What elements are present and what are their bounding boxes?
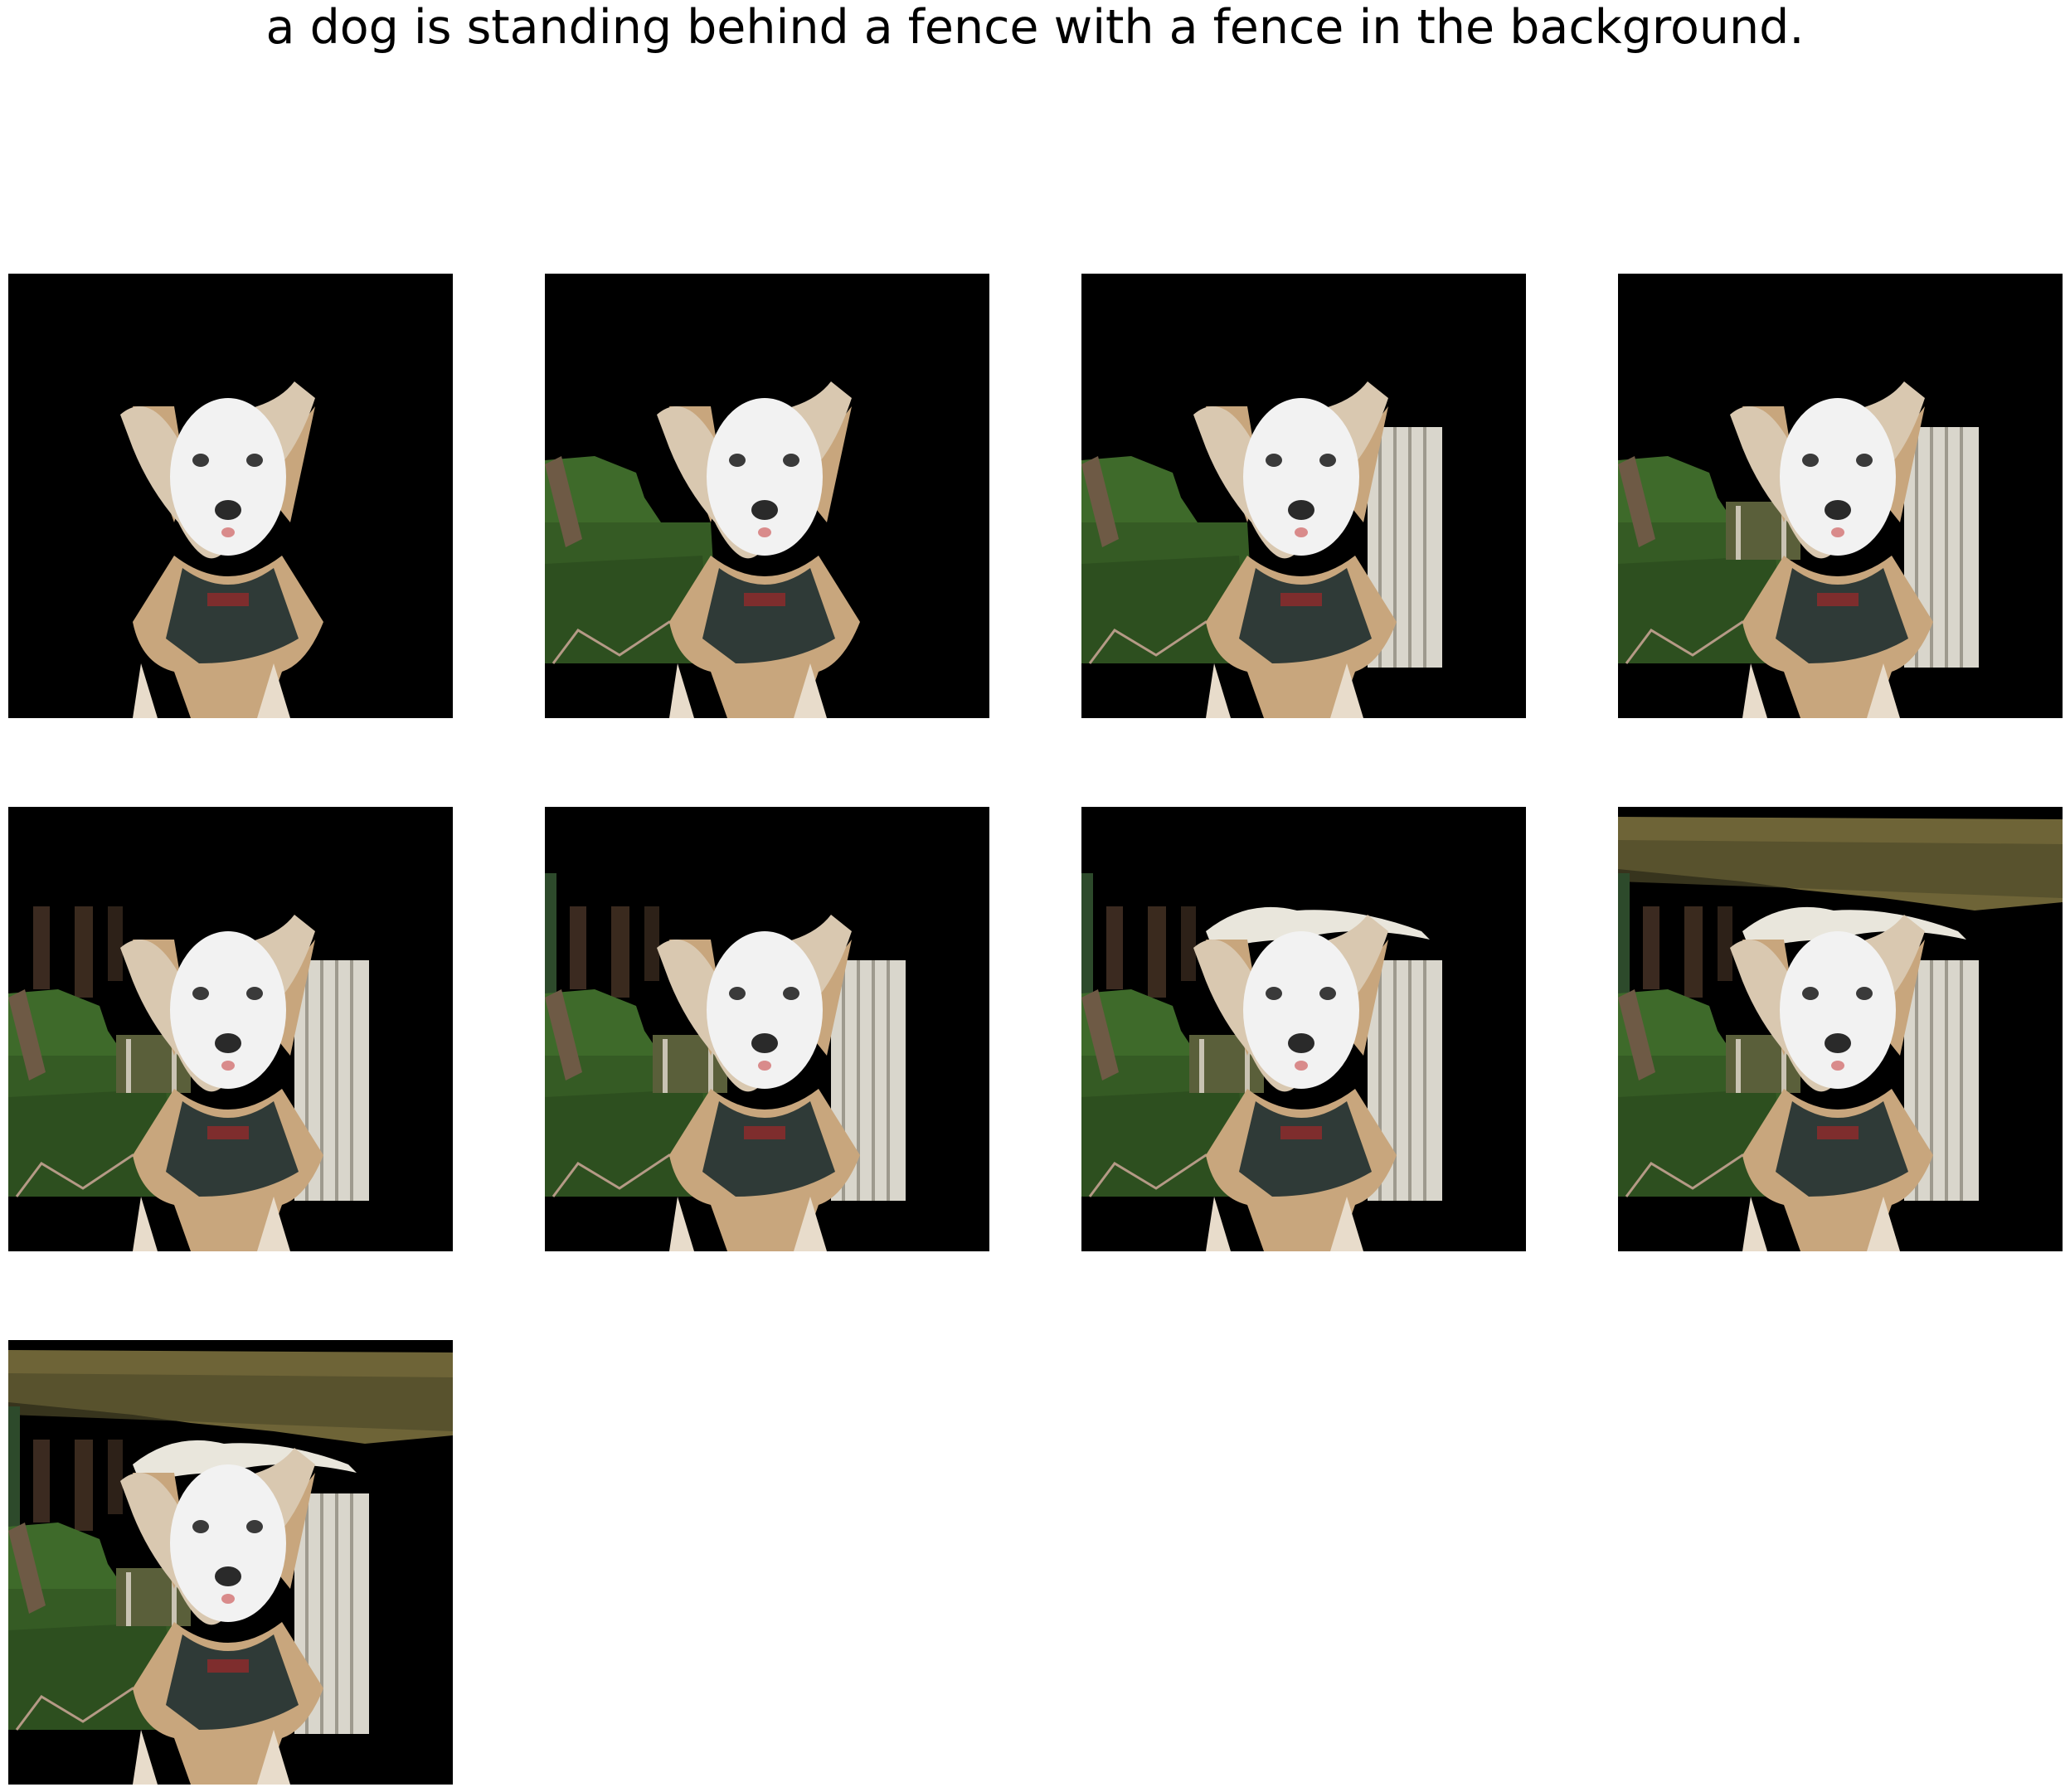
wooden-posts: [570, 906, 659, 998]
panel-8-image: [1618, 817, 2063, 1251]
bushes-strip: [8, 1350, 453, 1444]
panel-8: [1618, 807, 2063, 1251]
wooden-posts: [33, 906, 123, 998]
panel-5: [8, 807, 453, 1251]
panel-6: [545, 807, 989, 1251]
panel-3: [1081, 274, 1526, 718]
wooden-posts: [1106, 906, 1196, 998]
panel-4-image: [1618, 381, 1979, 718]
bushes-strip: [1618, 817, 2063, 911]
figure-caption: a dog is standing behind a fence with a …: [265, 0, 1805, 55]
panel-4: [1618, 274, 2063, 718]
dog: [120, 381, 323, 718]
wooden-posts: [1643, 906, 1732, 998]
panel-5-image: [8, 906, 369, 1251]
panel-9-image: [8, 1350, 453, 1785]
panel-9: [8, 1340, 453, 1785]
panel-1-image: [120, 381, 323, 718]
panel-7-image: [1081, 873, 1442, 1251]
panel-1: [8, 274, 453, 718]
panel-2-image: [545, 381, 860, 718]
panel-3-image: [1081, 381, 1442, 718]
wooden-posts: [33, 1440, 123, 1531]
panel-2: [545, 274, 989, 718]
panel-6-image: [545, 873, 906, 1251]
panel-7: [1081, 807, 1526, 1251]
